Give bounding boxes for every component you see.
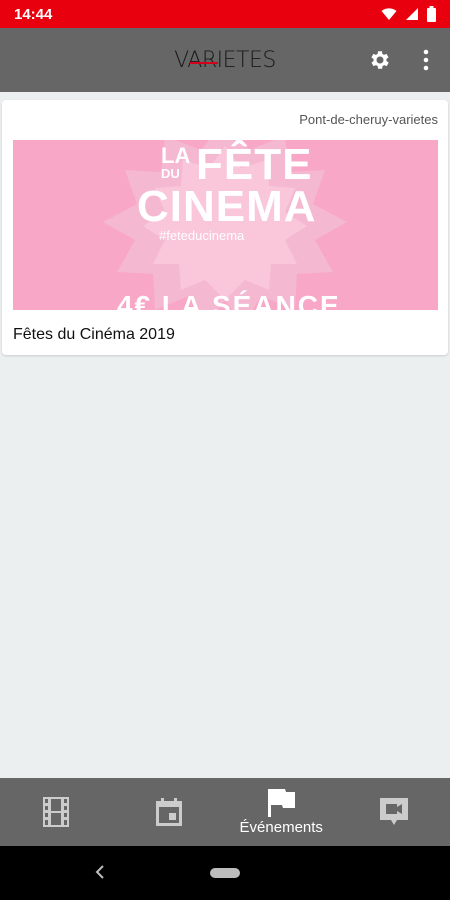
wifi-icon: [381, 8, 397, 20]
status-bar: 14:44: [0, 0, 450, 28]
system-nav-bar: [0, 846, 450, 900]
status-icons: [381, 6, 436, 22]
video-icon: [379, 798, 408, 825]
logo-accent: [190, 61, 219, 64]
banner-cinema: CINEMA: [137, 182, 317, 231]
banner-du: DU: [161, 166, 180, 181]
banner-price: 4€ LA SÉANCE: [117, 290, 341, 310]
nav-label-events: Événements: [239, 818, 323, 836]
banner-hashtag: #feteducinema: [159, 228, 245, 243]
event-venue: Pont-de-cheruy-varietes: [299, 112, 438, 127]
nav-item-films[interactable]: [0, 778, 113, 846]
event-banner[interactable]: LA DU FÊTE CINEMA #feteducinema 4€ LA SÉ…: [13, 140, 438, 310]
app-logo: VARIETES: [174, 48, 276, 73]
battery-icon: [427, 6, 436, 22]
bottom-nav: Événements: [0, 778, 450, 846]
gear-icon: [371, 51, 389, 69]
app-actions: [366, 28, 440, 92]
home-button[interactable]: [210, 868, 240, 878]
event-card[interactable]: Pont-de-cheruy-varietes LA DU FÊTE CINEM…: [2, 100, 448, 355]
nav-item-events[interactable]: Événements: [225, 778, 338, 846]
settings-button[interactable]: [366, 46, 394, 74]
nav-item-schedule[interactable]: [113, 778, 226, 846]
flag-icon: [268, 788, 296, 817]
app-bar: VARIETES: [0, 28, 450, 92]
nav-item-trailers[interactable]: [338, 778, 450, 846]
film-icon: [43, 797, 70, 827]
overflow-menu-button[interactable]: [412, 46, 440, 74]
logo-text: VARIETES: [174, 47, 276, 73]
calendar-icon: [155, 798, 182, 826]
event-title: Fêtes du Cinéma 2019: [13, 326, 175, 343]
more-vert-icon: [423, 49, 429, 71]
banner-la: LA: [161, 143, 191, 168]
back-icon[interactable]: [90, 862, 110, 882]
status-time: 14:44: [14, 5, 53, 23]
signal-icon: [406, 8, 418, 20]
